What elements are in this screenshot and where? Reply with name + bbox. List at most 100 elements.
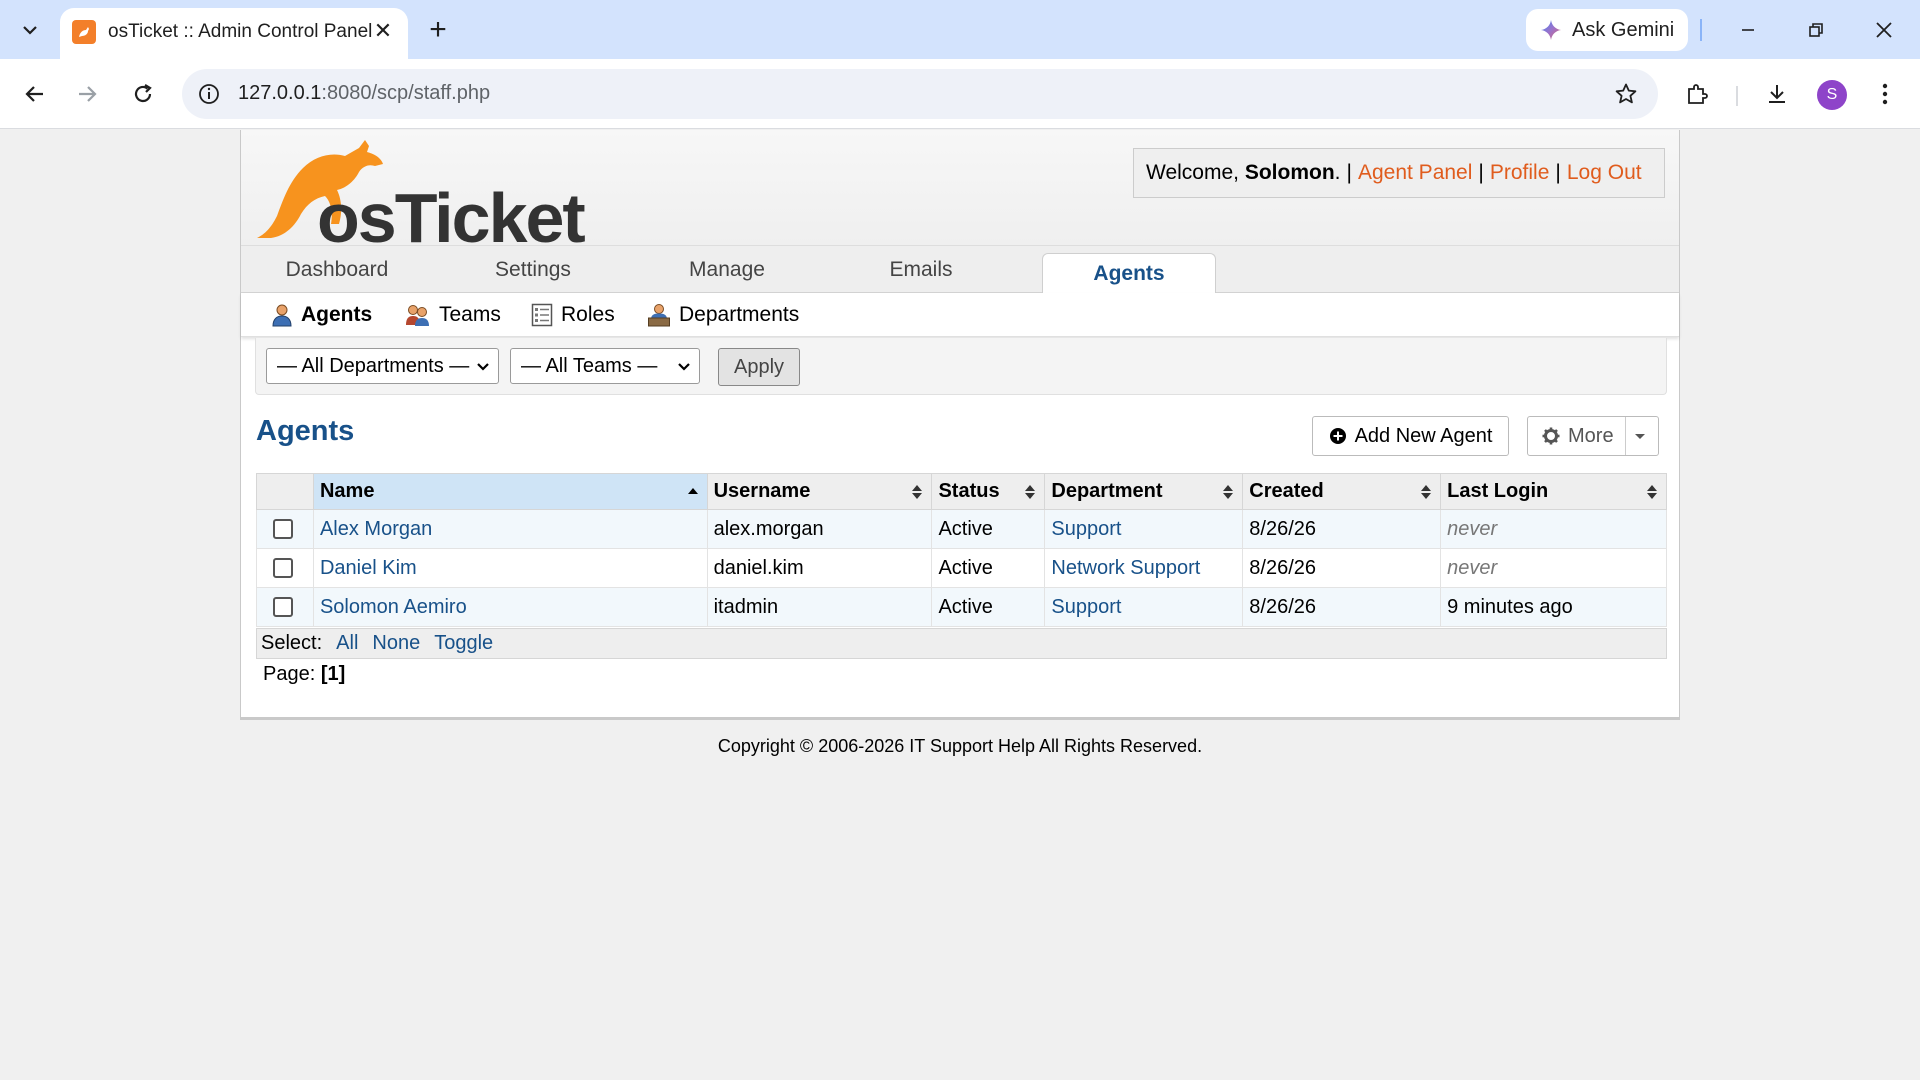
agent-panel-link[interactable]: Agent Panel <box>1358 161 1472 185</box>
subnav-agents-label: Agents <box>301 303 373 326</box>
admin-container: osTicket Welcome, Solomon. | Agent Panel… <box>240 130 1680 720</box>
restore-icon <box>1809 23 1823 37</box>
agent-name-link[interactable]: Daniel Kim <box>320 557 417 579</box>
user-info-box: Welcome, Solomon. | Agent Panel | Profil… <box>1133 148 1665 198</box>
filter-bar: — All Departments — — All Teams — Apply <box>255 338 1667 395</box>
column-header-department-label: Department <box>1051 480 1163 502</box>
add-new-agent-button[interactable]: Add New Agent <box>1312 416 1509 456</box>
browser-tab-bar: osTicket :: Admin Control Panel ✕ + Ask … <box>0 0 1920 59</box>
url-text[interactable]: 127.0.0.1:8080/scp/staff.php <box>238 82 490 105</box>
table-row: Daniel Kim daniel.kim Active Network Sup… <box>256 548 1667 588</box>
agent-department-link[interactable]: Support <box>1051 596 1121 618</box>
address-bar[interactable]: 127.0.0.1:8080/scp/staff.php <box>182 69 1658 119</box>
sort-icon <box>1647 485 1657 499</box>
profile-avatar[interactable]: S <box>1817 80 1847 110</box>
column-header-last-login-label: Last Login <box>1447 480 1549 502</box>
agent-username: itadmin <box>706 587 933 627</box>
kangaroo-favicon-icon <box>72 20 96 44</box>
table-header-row: Name Username Status Department Created … <box>256 473 1667 510</box>
sort-ascending-icon <box>687 488 698 494</box>
browser-menu-button[interactable] <box>1864 73 1906 115</box>
team-filter-select[interactable]: — All Teams — <box>510 348 700 384</box>
current-page: [1] <box>320 663 346 685</box>
nav-tab-manage[interactable]: Manage <box>659 246 795 293</box>
column-header-username[interactable]: Username <box>706 473 933 510</box>
browser-tab-active[interactable]: osTicket :: Admin Control Panel ✕ <box>60 8 408 59</box>
team-users-icon <box>406 305 429 326</box>
agent-username: alex.morgan <box>706 509 933 549</box>
select-toggle-link[interactable]: Toggle <box>434 632 493 655</box>
gemini-sparkle-icon <box>1541 20 1561 40</box>
kebab-menu-icon <box>1882 83 1888 105</box>
roles-list-icon <box>531 303 553 327</box>
caret-down-icon[interactable] <box>1632 417 1648 455</box>
agent-status: Active <box>931 509 1046 549</box>
select-none-link[interactable]: None <box>372 632 420 655</box>
select-all-link[interactable]: All <box>336 632 358 655</box>
chevron-down-icon <box>23 26 37 35</box>
close-icon <box>1876 22 1892 38</box>
more-actions-button[interactable]: More <box>1527 416 1659 456</box>
plus-circle-icon <box>1329 428 1346 444</box>
profile-link[interactable]: Profile <box>1490 161 1550 185</box>
nav-tab-agents[interactable]: Agents <box>1042 253 1216 294</box>
nav-tab-dashboard[interactable]: Dashboard <box>269 246 405 293</box>
nav-tab-settings[interactable]: Settings <box>465 246 601 293</box>
agent-name-link[interactable]: Solomon Aemiro <box>320 596 467 618</box>
extensions-button[interactable] <box>1676 73 1718 115</box>
row-checkbox[interactable] <box>273 597 293 618</box>
subnav-teams[interactable]: Teams <box>405 299 501 331</box>
site-header: osTicket Welcome, Solomon. | Agent Panel… <box>241 130 1679 257</box>
tab-search-button[interactable] <box>10 10 50 50</box>
puzzle-piece-icon <box>1688 84 1708 104</box>
restore-window-button[interactable] <box>1786 8 1846 52</box>
add-new-agent-label: Add New Agent <box>1354 424 1493 447</box>
forward-button[interactable] <box>66 73 108 115</box>
subnav-agents[interactable]: Agents <box>271 299 372 331</box>
subnav-departments[interactable]: Departments <box>647 299 799 331</box>
agent-department-link[interactable]: Support <box>1051 518 1121 540</box>
back-button[interactable] <box>14 73 56 115</box>
column-header-name[interactable]: Name <box>312 473 708 510</box>
minimize-window-button[interactable] <box>1718 8 1778 52</box>
downloads-button[interactable] <box>1756 73 1798 115</box>
column-header-last-login[interactable]: Last Login <box>1440 473 1667 510</box>
agent-created: 8/26/26 <box>1242 548 1442 588</box>
close-window-button[interactable] <box>1854 8 1914 52</box>
url-host: 127.0.0.1 <box>238 82 322 104</box>
agent-last-login: never <box>1440 509 1667 549</box>
ask-gemini-button[interactable]: Ask Gemini <box>1526 9 1688 51</box>
agent-name-link[interactable]: Alex Morgan <box>320 518 432 540</box>
log-out-link[interactable]: Log Out <box>1567 161 1642 185</box>
toolbar-divider <box>1736 86 1738 106</box>
row-checkbox-cell <box>256 509 314 549</box>
select-label: Select: <box>261 632 323 654</box>
apply-filter-button[interactable]: Apply <box>718 348 800 386</box>
close-tab-icon[interactable]: ✕ <box>368 16 398 46</box>
osticket-logo[interactable]: osTicket <box>255 138 586 257</box>
pagination: Page: [1] <box>263 663 345 686</box>
row-checkbox[interactable] <box>273 558 293 579</box>
agent-created: 8/26/26 <box>1242 509 1442 549</box>
select-bar: Select: All None Toggle <box>256 628 1667 659</box>
row-checkbox[interactable] <box>273 519 293 540</box>
table-row: Alex Morgan alex.morgan Active Support 8… <box>256 509 1667 549</box>
subnav-roles[interactable]: Roles <box>531 299 615 331</box>
row-checkbox-cell <box>256 587 314 627</box>
agent-status: Active <box>931 587 1046 627</box>
column-header-name-label: Name <box>319 480 375 502</box>
department-desk-icon <box>648 304 670 327</box>
bookmark-star-icon[interactable] <box>1612 80 1640 108</box>
site-info-icon[interactable] <box>196 81 222 107</box>
gear-icon <box>1542 427 1560 445</box>
column-header-department[interactable]: Department <box>1044 473 1244 510</box>
reload-button[interactable] <box>122 73 164 115</box>
agent-status: Active <box>931 548 1046 588</box>
row-checkbox-cell <box>256 548 314 588</box>
nav-tab-emails[interactable]: Emails <box>853 246 989 293</box>
column-header-status[interactable]: Status <box>931 473 1046 510</box>
agent-department-link[interactable]: Network Support <box>1051 557 1200 579</box>
column-header-created[interactable]: Created <box>1242 473 1442 510</box>
department-filter-select[interactable]: — All Departments — <box>266 348 499 384</box>
new-tab-icon[interactable]: + <box>420 12 456 48</box>
